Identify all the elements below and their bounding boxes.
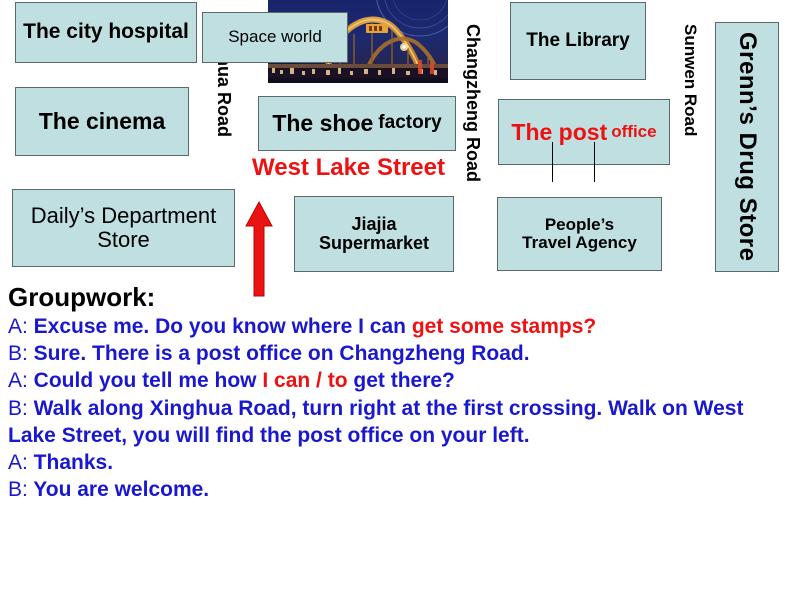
building-label: Jiajia Supermarket [318,213,430,254]
building-the-cinema[interactable]: The cinema [15,87,189,156]
dialogue-highlight: I can / to [262,369,354,393]
dialogue-text: Excuse me. Do you know where I can [27,314,412,338]
road-label-changzheng: Changzheng Road [463,24,483,182]
building-the-library[interactable]: The Library [510,2,646,80]
building-label-line2: Travel Agency [522,233,637,252]
dialogue-highlight: get some stamps? [411,314,597,338]
building-label-line1: People’s [544,214,615,234]
dialogue-text: Could you tell me how [27,369,263,393]
building-jiajia-supermarket[interactable]: Jiajia Supermarket [294,196,454,272]
dialogue-text: Sure. There is a post office on Changzhe… [27,341,530,365]
direction-arrow-icon [244,200,274,298]
dialogue-line: A: Could you tell me how I can / to get … [8,367,788,394]
building-label-secondary: factory [378,112,442,134]
dialogue-text: You are welcome. [27,478,210,502]
dialogue-panel: Groupwork: A: Excuse me. Do you know whe… [8,282,788,504]
dialogue-line: B: Sure. There is a post office on Chang… [8,340,788,367]
building-label-secondary: office [611,121,657,141]
dialogue-speaker: A: [8,369,28,393]
building-the-post-office[interactable]: The post office [498,99,670,165]
dialogue-speaker: A: [8,314,28,338]
road-label-sunwen: Sunwen Road [681,24,700,137]
building-label: Space world [228,27,322,47]
building-label-line1: Jiajia [351,213,397,234]
crossing-tick-right [594,142,595,182]
building-label: Daily’s Department Store [30,203,217,252]
dialogue-lines: A: Excuse me. Do you know where I can ge… [8,313,788,504]
building-peoples-travel-agency[interactable]: People’s Travel Agency [497,197,662,271]
building-the-city-hospital[interactable]: The city hospital [15,2,197,63]
dialogue-line: A: Excuse me. Do you know where I can ge… [8,313,788,340]
building-label: Grenn’s Drug Store [733,32,761,262]
building-label-line2: Supermarket [318,233,430,253]
dialogue-text: Walk along Xinghua Road, turn right at t… [8,396,744,447]
dialogue-speaker: B: [8,396,28,420]
building-label: The Library [526,29,630,51]
street-map: Xinghua Road Changzheng Road Sunwen Road [0,0,794,297]
dialogue-line: B: You are welcome. [8,476,788,503]
building-space-world[interactable]: Space world [202,12,348,63]
dialogue-text: Thanks. [27,451,114,475]
building-label: The city hospital [23,20,189,44]
building-label-primary: The shoe [272,110,374,137]
building-the-shoe-factory[interactable]: The shoe factory [258,96,456,151]
building-label: The cinema [38,108,166,135]
building-label: People’s Travel Agency [522,214,637,253]
dialogue-line: B: Walk along Xinghua Road, turn right a… [8,395,788,450]
building-grenns-drug-store[interactable]: Grenn’s Drug Store [715,22,779,272]
dialogue-line: A: Thanks. [8,449,788,476]
dialogue-speaker: B: [8,341,28,365]
building-label-primary: The post [511,118,608,145]
dialogue-text: get there? [353,369,455,393]
dialogue-speaker: A: [8,451,28,475]
dialogue-speaker: B: [8,478,28,502]
street-label-west-lake-street: West Lake Street [252,154,445,181]
building-dailys-department-store[interactable]: Daily’s Department Store [12,189,235,267]
crossing-tick-left [552,142,553,182]
page-title: Groupwork: [8,282,156,312]
